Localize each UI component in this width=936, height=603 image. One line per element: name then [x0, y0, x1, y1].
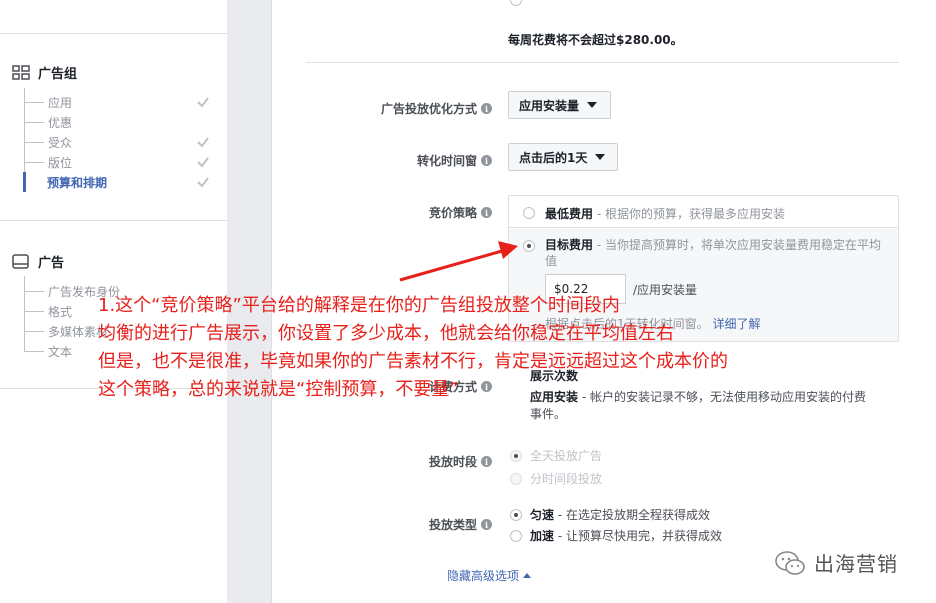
annotation-line-2: 均衡的进行广告展示，你设置了多少成本，他就会给你稳定在平均值左右 [98, 323, 674, 344]
wechat-icon [775, 550, 805, 575]
annotation-line-4: 这个策略，总的来说就是“控制预算，不要量” [98, 379, 459, 400]
annotation-line-1: 1.这个“竞价策略”平台给的解释是在你的广告组投放整个时间段内 [98, 295, 620, 316]
watermark-text: 出海营销 [814, 552, 898, 576]
watermark: 出海营销 [774, 548, 898, 577]
annotation-line-3: 但是，也不是很准，毕竟如果你的广告素材不行，肯定是远远超过这个成本价的 [98, 351, 728, 372]
